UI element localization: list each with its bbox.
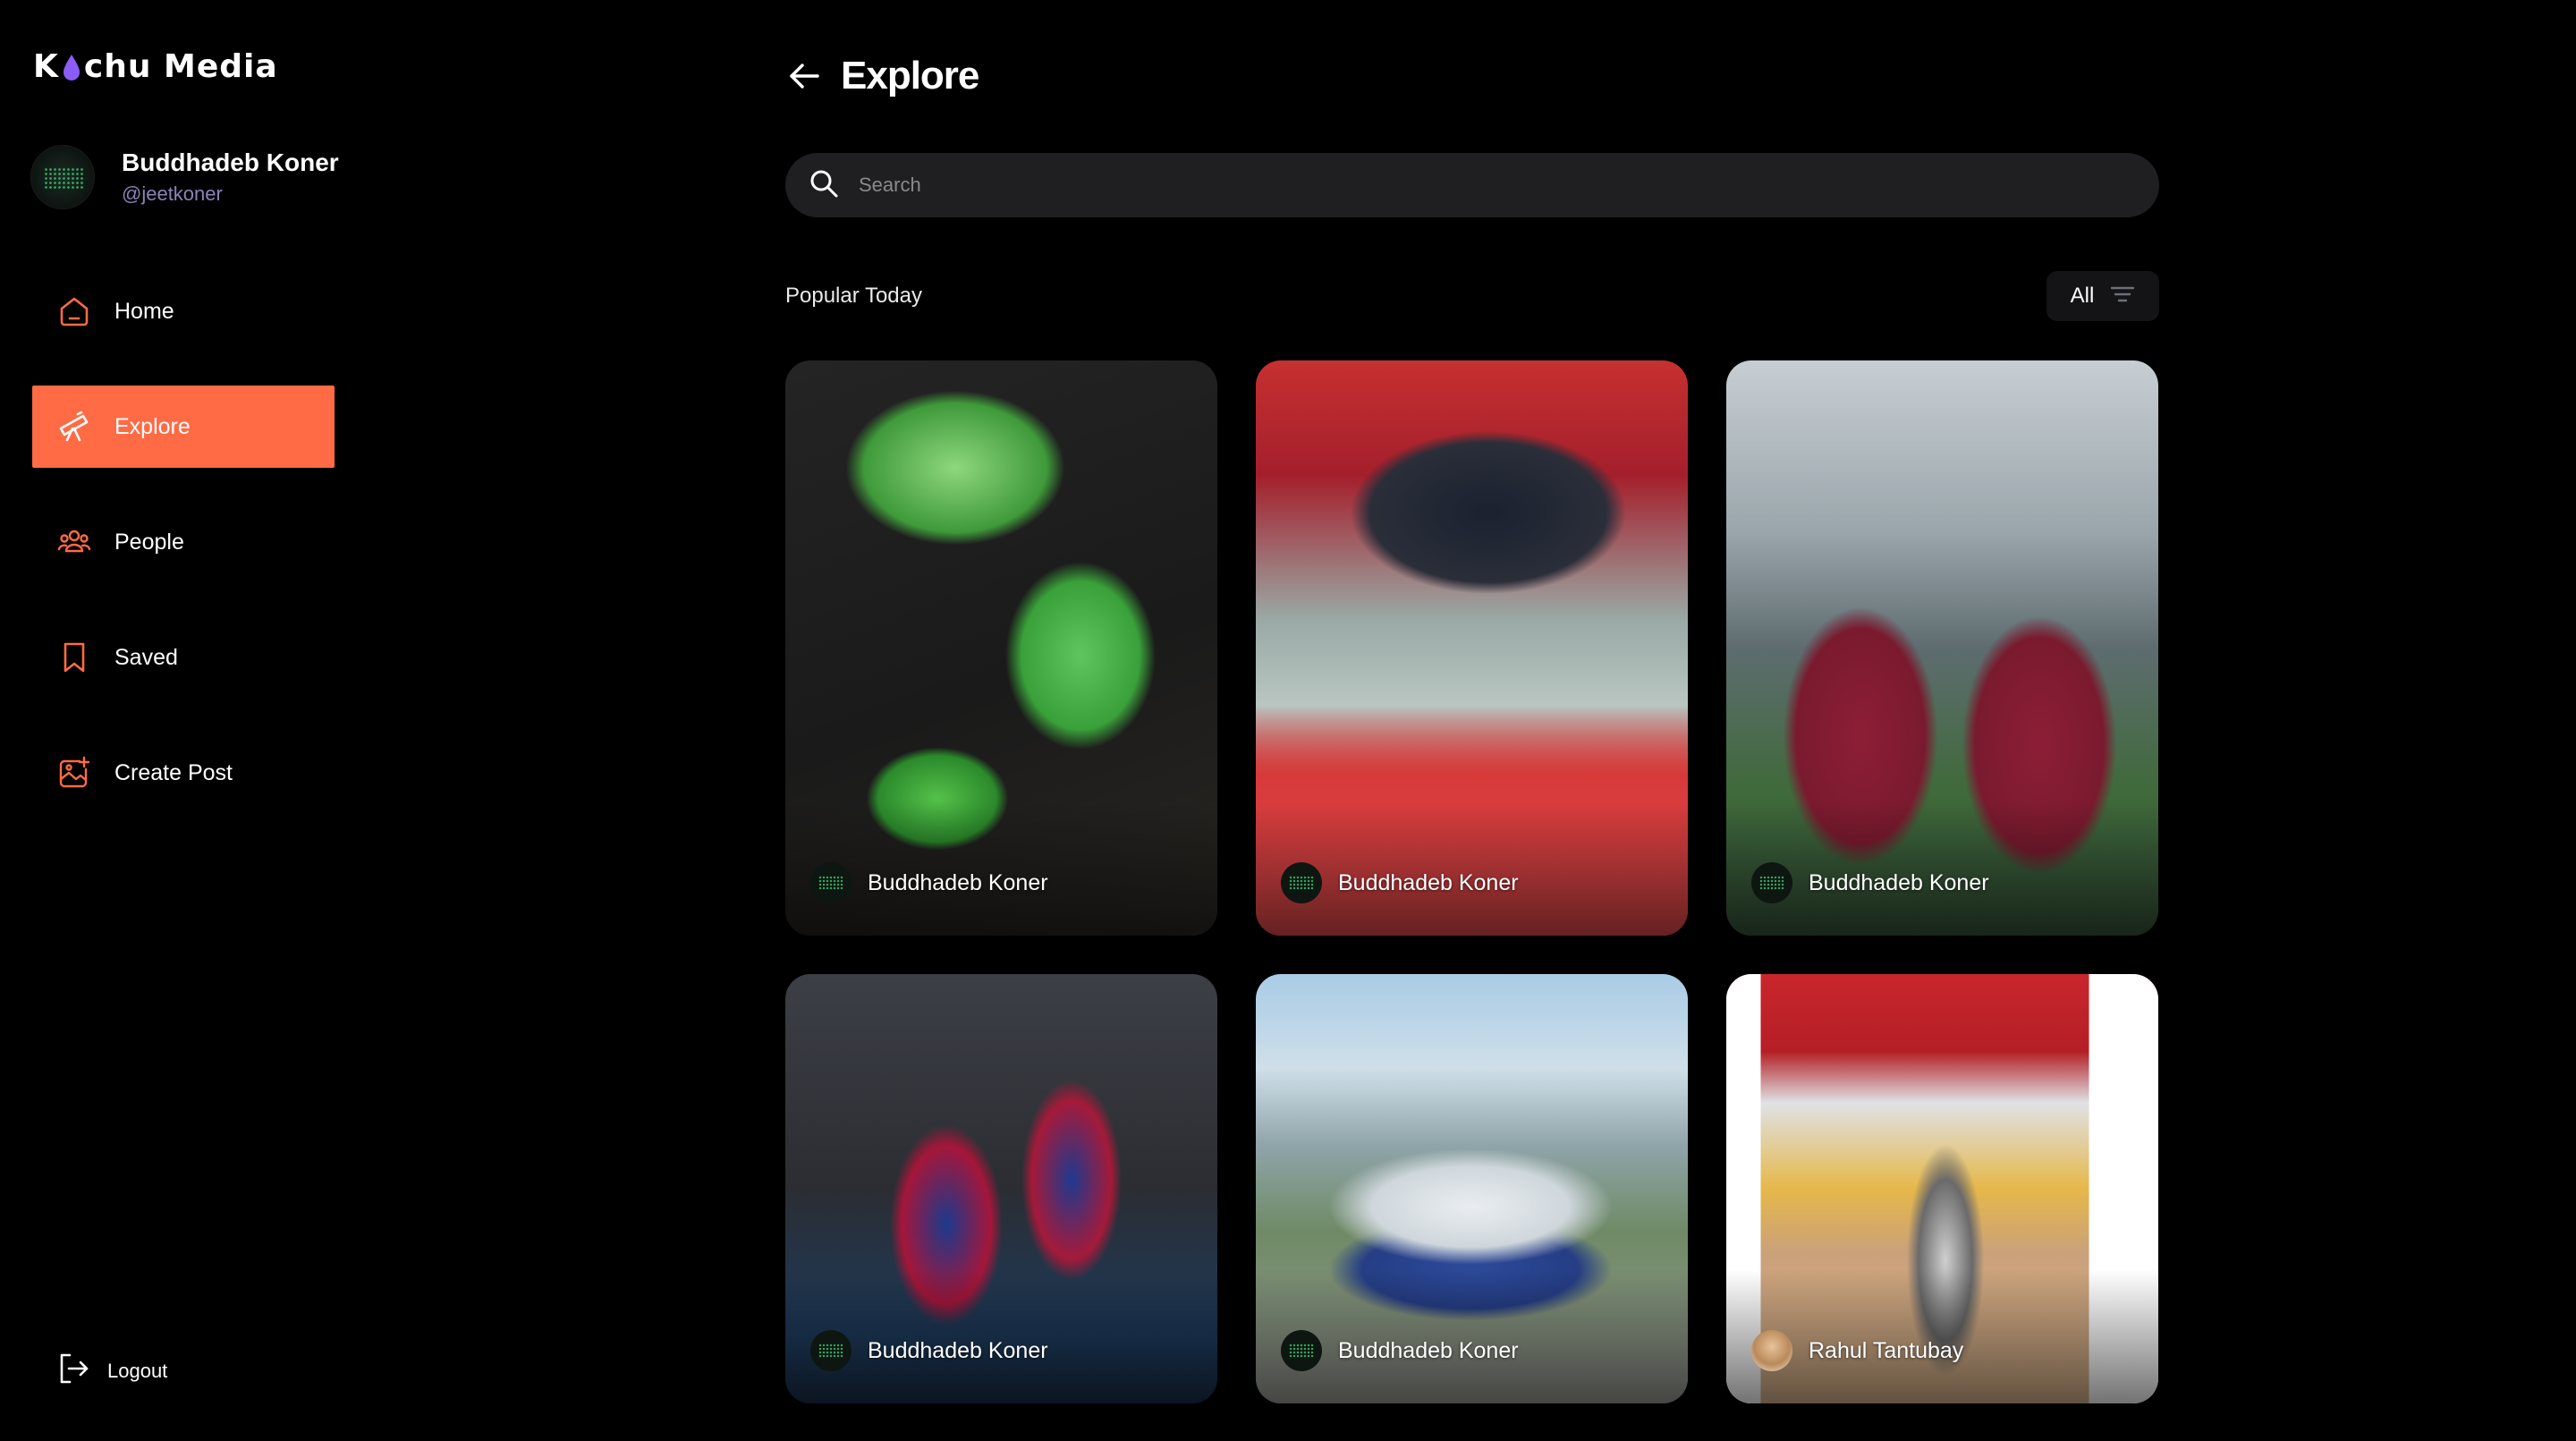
- post-card[interactable]: Buddhadeb Koner: [1256, 360, 1688, 936]
- post-author[interactable]: Buddhadeb Koner: [1281, 1330, 1519, 1371]
- profile-handle: @jeetkoner: [122, 182, 223, 205]
- add-image-icon: [55, 754, 93, 792]
- sidebar: K chu Media Buddhadeb Koner @jeetkoner H…: [0, 0, 376, 1441]
- page-title: Explore: [841, 54, 979, 97]
- search-input[interactable]: [859, 174, 2111, 197]
- post-author[interactable]: Buddhadeb Koner: [810, 862, 1048, 903]
- avatar: [1751, 1330, 1792, 1371]
- people-icon: [55, 523, 93, 561]
- post-author[interactable]: Rahul Tantubay: [1751, 1330, 1963, 1371]
- post-card[interactable]: Buddhadeb Koner: [1256, 974, 1688, 1403]
- app-logo[interactable]: K chu Media: [33, 48, 278, 85]
- logout-button[interactable]: Logout: [55, 1351, 167, 1391]
- post-author[interactable]: Buddhadeb Koner: [1281, 862, 1519, 903]
- sidebar-item-label: Create Post: [114, 759, 233, 785]
- avatar: [1751, 862, 1792, 903]
- post-author[interactable]: Buddhadeb Koner: [1751, 862, 1989, 903]
- author-name: Rahul Tantubay: [1809, 1337, 1964, 1363]
- logo-suffix: chu Media: [83, 48, 278, 85]
- page-header: Explore: [785, 54, 979, 98]
- post-card[interactable]: Buddhadeb Koner: [785, 974, 1217, 1403]
- home-icon: [55, 292, 93, 330]
- search-bar[interactable]: [785, 153, 2159, 217]
- avatar[interactable]: [30, 145, 95, 209]
- author-name: Buddhadeb Koner: [1809, 869, 1989, 895]
- sidebar-item-explore[interactable]: Explore: [32, 386, 335, 468]
- back-arrow-icon[interactable]: [785, 57, 823, 95]
- post-card[interactable]: Buddhadeb Koner: [785, 360, 1217, 936]
- sidebar-item-people[interactable]: People: [32, 501, 335, 583]
- sidebar-item-label: People: [114, 529, 184, 555]
- sidebar-item-label: Explore: [114, 413, 191, 439]
- logout-label: Logout: [107, 1359, 168, 1382]
- sidebar-item-label: Home: [114, 298, 174, 324]
- telescope-icon: [55, 408, 93, 445]
- profile-name: Buddhadeb Koner: [122, 148, 339, 176]
- sidebar-item-label: Saved: [114, 644, 178, 670]
- user-profile[interactable]: Buddhadeb Koner @jeetkoner: [30, 145, 339, 209]
- post-author[interactable]: Buddhadeb Koner: [810, 1330, 1048, 1371]
- avatar: [810, 862, 852, 903]
- search-icon: [809, 168, 839, 203]
- filter-label: All: [2070, 284, 2095, 308]
- avatar: [810, 1330, 852, 1371]
- sidebar-item-home[interactable]: Home: [32, 270, 335, 352]
- filter-button[interactable]: All: [2046, 271, 2159, 321]
- filter-icon: [2110, 285, 2135, 308]
- drop-icon: [61, 53, 82, 81]
- author-name: Buddhadeb Koner: [868, 1337, 1048, 1363]
- sidebar-item-create-post[interactable]: Create Post: [32, 732, 335, 814]
- post-grid: Buddhadeb Koner Buddhadeb Koner Buddhade…: [785, 360, 2158, 1403]
- bookmark-icon: [55, 639, 93, 676]
- logout-icon: [55, 1351, 91, 1391]
- post-card[interactable]: Rahul Tantubay: [1726, 974, 2158, 1403]
- author-name: Buddhadeb Koner: [1338, 1337, 1519, 1363]
- author-name: Buddhadeb Koner: [1338, 869, 1519, 895]
- logo-prefix: K: [33, 48, 59, 85]
- post-card[interactable]: Buddhadeb Koner: [1726, 360, 2158, 936]
- section-title: Popular Today: [785, 284, 922, 308]
- avatar: [1281, 1330, 1322, 1371]
- sidebar-nav: Home Explore People Saved Create Post: [32, 270, 335, 847]
- author-name: Buddhadeb Koner: [868, 869, 1048, 895]
- avatar: [1281, 862, 1322, 903]
- sidebar-item-saved[interactable]: Saved: [32, 616, 335, 699]
